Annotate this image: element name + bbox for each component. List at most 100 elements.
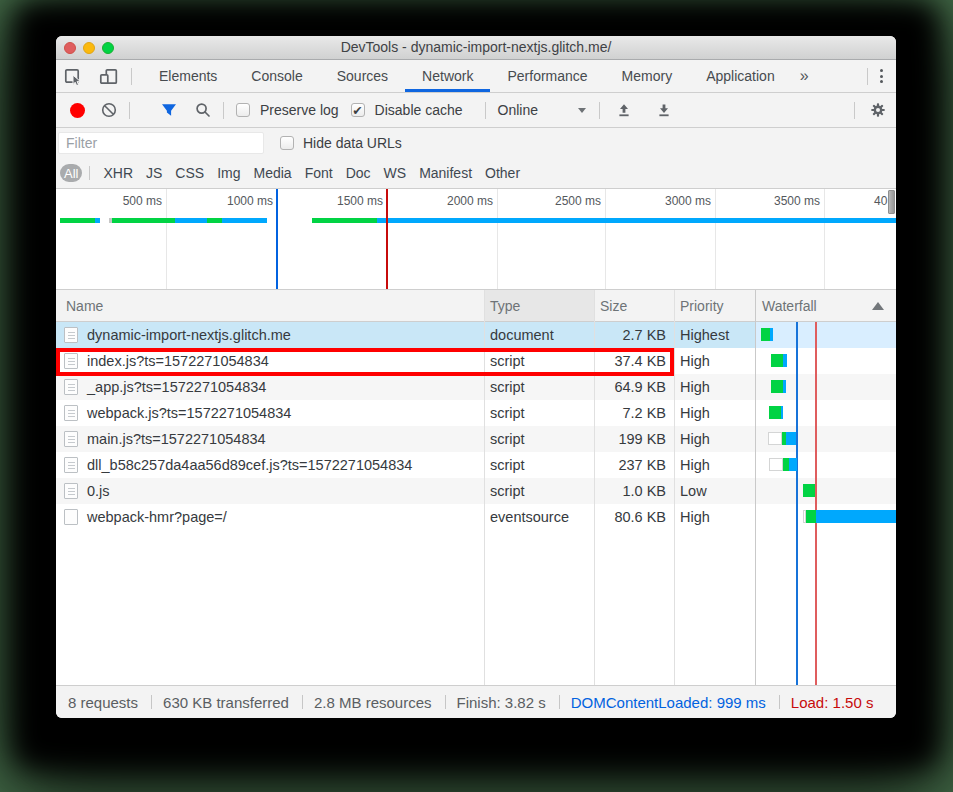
- disable-cache-checkbox[interactable]: ✔: [351, 103, 365, 117]
- network-overview[interactable]: 500 ms1000 ms1500 ms2000 ms2500 ms3000 m…: [56, 188, 896, 290]
- main-menu-icon[interactable]: [868, 69, 896, 83]
- resource-icon: [64, 509, 78, 525]
- overview-tick-label: 3500 ms: [774, 194, 820, 208]
- column-divider-type: [594, 290, 595, 685]
- tab-console[interactable]: Console: [234, 60, 319, 92]
- waterfall-bar-green: [806, 510, 816, 523]
- filter-pill-manifest[interactable]: Manifest: [419, 165, 472, 181]
- request-size: 7.2 KB: [594, 405, 674, 421]
- filter-row: Hide data URLs: [56, 128, 896, 158]
- filter-pill-other[interactable]: Other: [485, 165, 520, 181]
- tabbar-separator: [131, 68, 132, 85]
- panel-tabs: ElementsConsoleSourcesNetworkPerformance…: [142, 60, 792, 92]
- request-row-webpack-hmr[interactable]: webpack-hmr?page=/eventsource80.6 KBHigh: [56, 504, 896, 530]
- overview-tick-label: 2000 ms: [447, 194, 493, 208]
- hide-data-urls-checkbox[interactable]: [280, 136, 294, 150]
- filter-pill-css[interactable]: CSS: [175, 165, 204, 181]
- overview-tick-label-clipped: 40: [874, 194, 887, 208]
- disable-cache-label: Disable cache: [375, 102, 463, 118]
- request-row-index.js[interactable]: index.js?ts=1572271054834script37.4 KBHi…: [56, 348, 896, 374]
- inspect-element-icon[interactable]: [64, 68, 84, 85]
- request-row-main.js[interactable]: main.js?ts=1572271054834script199 KBHigh: [56, 426, 896, 452]
- tab-network[interactable]: Network: [405, 60, 490, 92]
- device-toolbar-icon[interactable]: [99, 68, 119, 85]
- filter-pill-all[interactable]: All: [60, 164, 82, 182]
- search-icon[interactable]: [195, 102, 211, 118]
- waterfall-bar-blue: [789, 458, 797, 471]
- throttling-select[interactable]: Online: [498, 102, 586, 118]
- tab-performance[interactable]: Performance: [490, 60, 604, 92]
- request-name: webpack.js?ts=1572271054834: [87, 405, 291, 421]
- request-size: 64.9 KB: [594, 379, 674, 395]
- file-icon: [64, 405, 78, 421]
- waterfall-bar-green: [771, 380, 783, 393]
- request-row-_app.js[interactable]: _app.js?ts=1572271054834script64.9 KBHig…: [56, 374, 896, 400]
- preserve-log-label: Preserve log: [260, 102, 339, 118]
- request-row-0.js[interactable]: 0.jsscript1.0 KBLow: [56, 478, 896, 504]
- filter-pill-xhr[interactable]: XHR: [103, 165, 133, 181]
- filter-pill-media[interactable]: Media: [254, 165, 292, 181]
- column-divider-name: [484, 290, 485, 685]
- tab-elements[interactable]: Elements: [142, 60, 234, 92]
- overview-gridline: [824, 189, 825, 289]
- export-har-icon[interactable]: [656, 102, 672, 118]
- status-item: Finish: 3.82 s: [457, 694, 546, 711]
- clear-icon[interactable]: [101, 102, 117, 118]
- request-name: main.js?ts=1572271054834: [87, 431, 266, 447]
- status-divider: [302, 695, 303, 709]
- request-priority: High: [674, 509, 755, 525]
- request-size: 1.0 KB: [594, 483, 674, 499]
- filter-pill-ws[interactable]: WS: [384, 165, 407, 181]
- request-type: eventsource: [484, 509, 594, 525]
- request-size: 80.6 KB: [594, 509, 674, 525]
- request-name: dll_b58c257da4aa56d89cef.js?ts=157227105…: [87, 457, 412, 473]
- close-button[interactable]: [64, 42, 76, 54]
- settings-gear-icon[interactable]: [870, 102, 886, 118]
- column-header-type[interactable]: Type: [484, 298, 594, 314]
- overview-tick-label: 3000 ms: [665, 194, 711, 208]
- filter-icon[interactable]: [161, 102, 177, 118]
- record-button[interactable]: [70, 103, 85, 118]
- devtools-tabbar: ElementsConsoleSourcesNetworkPerformance…: [56, 60, 896, 93]
- devtools-window: DevTools - dynamic-import-nextjs.glitch.…: [56, 36, 896, 718]
- waterfall-bar-green: [803, 484, 815, 497]
- column-header-priority[interactable]: Priority: [674, 298, 755, 314]
- file-icon: [64, 353, 78, 369]
- overview-scrollbar-thumb[interactable]: [888, 190, 895, 214]
- column-header-name[interactable]: Name: [56, 298, 484, 314]
- request-size: 37.4 KB: [594, 353, 674, 369]
- tab-application[interactable]: Application: [689, 60, 792, 92]
- request-type: script: [484, 379, 594, 395]
- window-title: DevTools - dynamic-import-nextjs.glitch.…: [56, 36, 896, 59]
- zoom-button[interactable]: [102, 42, 114, 54]
- file-icon: [64, 327, 78, 343]
- filter-input[interactable]: [58, 132, 264, 154]
- request-type: document: [484, 327, 594, 343]
- overview-tick-label: 1000 ms: [227, 194, 273, 208]
- import-har-icon[interactable]: [616, 102, 632, 118]
- more-tabs-button[interactable]: »: [792, 67, 817, 85]
- waterfall-bar-blue: [783, 380, 786, 393]
- request-row-webpack.js[interactable]: webpack.js?ts=1572271054834script7.2 KBH…: [56, 400, 896, 426]
- status-item: Load: 1.50 s: [791, 694, 874, 711]
- request-type: script: [484, 431, 594, 447]
- tab-memory[interactable]: Memory: [605, 60, 690, 92]
- column-divider-size: [674, 290, 675, 685]
- overview-bar-segment: [222, 218, 267, 223]
- window-titlebar[interactable]: DevTools - dynamic-import-nextjs.glitch.…: [56, 36, 896, 60]
- filter-pill-font[interactable]: Font: [305, 165, 333, 181]
- preserve-log-checkbox[interactable]: [236, 103, 250, 117]
- throttling-value: Online: [498, 102, 538, 118]
- column-header-size[interactable]: Size: [594, 298, 674, 314]
- filter-pill-doc[interactable]: Doc: [346, 165, 371, 181]
- filter-pill-js[interactable]: JS: [146, 165, 162, 181]
- minimize-button[interactable]: [83, 42, 95, 54]
- request-type: script: [484, 483, 594, 499]
- filter-pill-img[interactable]: Img: [217, 165, 240, 181]
- request-row-dynamic-import-nextjs.glitch.me[interactable]: dynamic-import-nextjs.glitch.medocument2…: [56, 322, 896, 348]
- request-row-dll_b58c257da4aa56d89cef.js[interactable]: dll_b58c257da4aa56d89cef.js?ts=157227105…: [56, 452, 896, 478]
- tab-sources[interactable]: Sources: [320, 60, 405, 92]
- request-size: 199 KB: [594, 431, 674, 447]
- overview-gridline: [497, 189, 498, 289]
- toolbar-separator3: [485, 102, 486, 119]
